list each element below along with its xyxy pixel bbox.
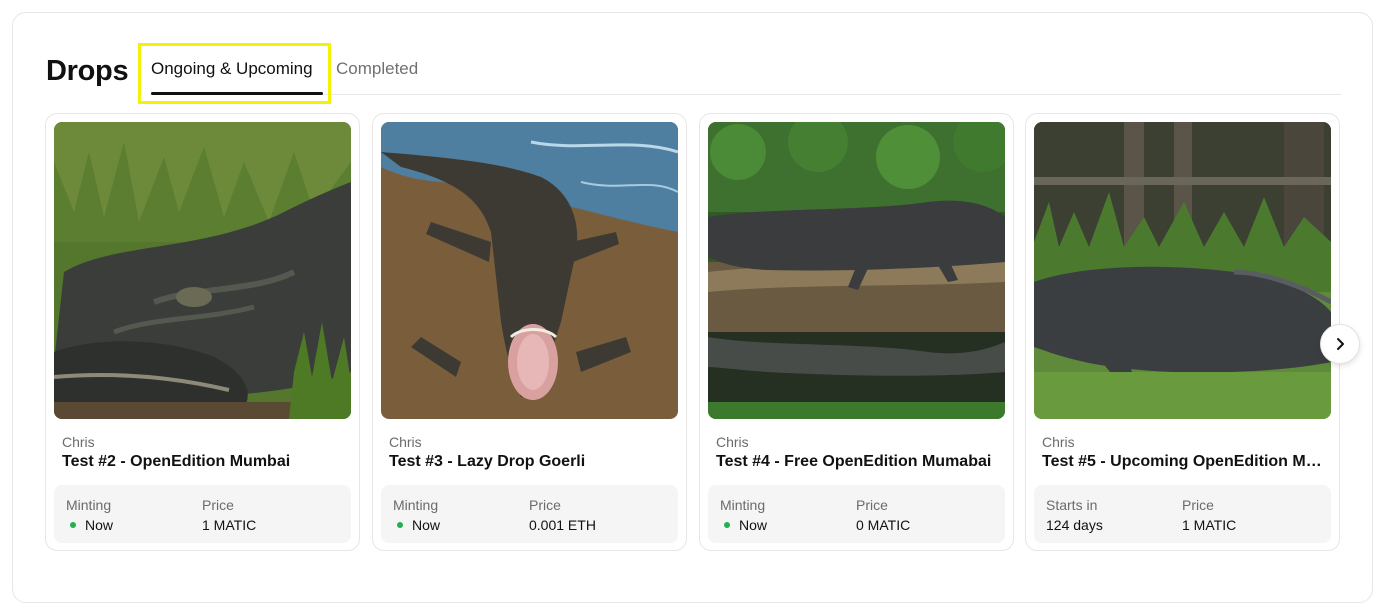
status-label: Minting — [393, 497, 439, 513]
drop-image — [708, 122, 1005, 419]
status-label: Minting — [66, 497, 112, 513]
creator-name: Chris — [716, 434, 749, 450]
drop-title[interactable]: Test #4 - Free OpenEdition Mumabai — [716, 453, 1000, 471]
live-dot-icon — [397, 522, 403, 528]
status-text: Now — [412, 517, 441, 533]
chevron-right-icon — [1337, 338, 1344, 350]
carousel-next-button[interactable] — [1320, 324, 1360, 364]
drop-title[interactable]: Test #5 - Upcoming OpenEdition Mu... — [1042, 453, 1326, 471]
drop-info-box: Starts in Price 124 days 1 MATIC — [1034, 485, 1331, 543]
creator-name: Chris — [62, 434, 95, 450]
drop-info-box: Minting Price Now 0.001 ETH — [381, 485, 678, 543]
drop-card[interactable]: Chris Test #4 - Free OpenEdition Mumabai… — [699, 113, 1014, 551]
price-value: 0 MATIC — [856, 517, 911, 533]
tab-completed[interactable]: Completed — [336, 59, 418, 79]
price-value: 1 MATIC — [202, 517, 257, 533]
status-value: 124 days — [1046, 517, 1103, 533]
live-dot-icon — [724, 522, 730, 528]
drop-card[interactable]: Chris Test #2 - OpenEdition Mumbai Minti… — [45, 113, 360, 551]
drop-info-box: Minting Price Now 0 MATIC — [708, 485, 1005, 543]
price-value: 0.001 ETH — [529, 517, 596, 533]
drop-card[interactable]: Chris Test #3 - Lazy Drop Goerli Minting… — [372, 113, 687, 551]
price-value: 1 MATIC — [1182, 517, 1237, 533]
status-text: Now — [739, 517, 768, 533]
live-dot-icon — [70, 522, 76, 528]
price-label: Price — [1182, 497, 1214, 513]
price-label: Price — [856, 497, 888, 513]
drop-image — [381, 122, 678, 419]
tabs-divider — [150, 94, 1341, 95]
status-label: Starts in — [1046, 497, 1098, 513]
price-label: Price — [202, 497, 234, 513]
drop-title[interactable]: Test #3 - Lazy Drop Goerli — [389, 453, 673, 471]
drop-image — [54, 122, 351, 419]
drop-info-box: Minting Price Now 1 MATIC — [54, 485, 351, 543]
status-value: Now — [720, 517, 767, 533]
status-value: Now — [66, 517, 113, 533]
drop-card[interactable]: Chris Test #5 - Upcoming OpenEdition Mu.… — [1025, 113, 1340, 551]
status-text: Now — [85, 517, 114, 533]
drop-image — [1034, 122, 1331, 419]
creator-name: Chris — [389, 434, 422, 450]
status-label: Minting — [720, 497, 766, 513]
drop-title[interactable]: Test #2 - OpenEdition Mumbai — [62, 453, 346, 471]
price-label: Price — [529, 497, 561, 513]
active-tab-indicator — [151, 92, 323, 95]
page-title: Drops — [46, 55, 129, 87]
creator-name: Chris — [1042, 434, 1075, 450]
tab-ongoing-upcoming[interactable]: Ongoing & Upcoming — [151, 59, 313, 79]
status-value: Now — [393, 517, 440, 533]
